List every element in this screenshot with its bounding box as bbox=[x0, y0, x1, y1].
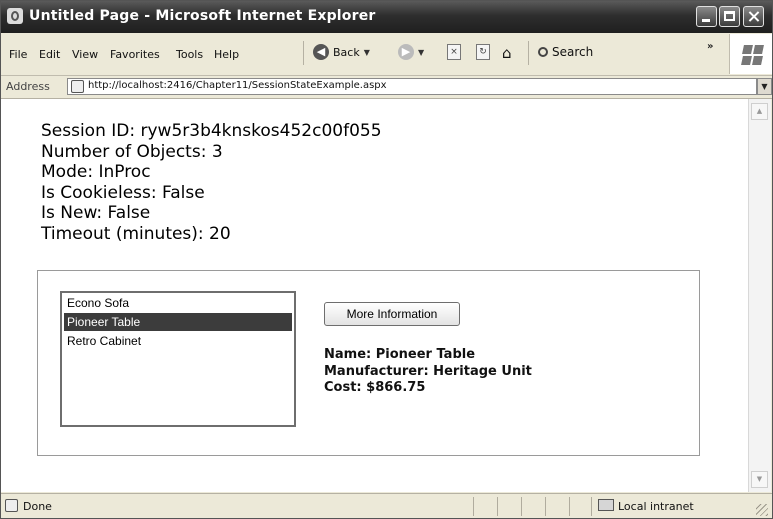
menu-view[interactable]: View bbox=[72, 48, 98, 61]
status-divider bbox=[473, 497, 474, 516]
search-icon bbox=[538, 47, 548, 57]
is-new-line: Is New: False bbox=[41, 203, 151, 223]
scroll-up-icon[interactable]: ▲ bbox=[751, 103, 768, 120]
list-item-selected[interactable]: Pioneer Table bbox=[64, 313, 292, 331]
vertical-scrollbar[interactable]: ▲ ▼ bbox=[748, 99, 771, 492]
address-bar: Address http://localhost:2416/Chapter11/… bbox=[1, 76, 772, 99]
product-details: Name: Pioneer Table Manufacturer: Herita… bbox=[324, 347, 532, 397]
product-listbox[interactable]: Econo Sofa Pioneer Table Retro Cabinet bbox=[60, 291, 296, 427]
product-name: Name: Pioneer Table bbox=[324, 347, 476, 362]
toolbar-separator bbox=[528, 41, 529, 65]
refresh-icon[interactable]: ↻ bbox=[476, 44, 490, 60]
address-input[interactable]: http://localhost:2416/Chapter11/SessionS… bbox=[67, 78, 757, 95]
forward-arrow-icon: ▶ bbox=[398, 44, 414, 60]
status-bar: Done Local intranet bbox=[1, 493, 772, 518]
mode-line: Mode: InProc bbox=[41, 162, 151, 182]
page-done-icon bbox=[5, 499, 18, 512]
product-manufacturer: Manufacturer: Heritage Unit bbox=[324, 363, 532, 379]
status-divider bbox=[545, 497, 546, 516]
forward-button[interactable]: ▶ ▼ bbox=[398, 44, 424, 60]
menu-toolbar-bar: File Edit View Favorites Tools Help ◀ Ba… bbox=[1, 33, 772, 76]
toolbar-separator bbox=[303, 41, 304, 65]
address-label: Address bbox=[6, 80, 50, 93]
back-button[interactable]: ◀ Back ▼ bbox=[313, 44, 370, 60]
local-intranet-icon bbox=[598, 499, 614, 511]
maximize-button[interactable] bbox=[719, 6, 740, 27]
page-icon bbox=[71, 80, 84, 93]
browser-window: Untitled Page - Microsoft Internet Explo… bbox=[0, 0, 773, 519]
windows-logo-icon bbox=[729, 34, 772, 74]
minimize-button[interactable] bbox=[696, 6, 717, 27]
title-bar[interactable]: Untitled Page - Microsoft Internet Explo… bbox=[1, 1, 772, 33]
security-zone: Local intranet bbox=[618, 500, 694, 513]
status-divider bbox=[497, 497, 498, 516]
search-label: Search bbox=[552, 45, 594, 59]
back-dropdown-icon[interactable]: ▼ bbox=[364, 48, 370, 57]
home-icon[interactable]: ⌂ bbox=[502, 44, 512, 62]
session-info: Session ID: ryw5r3b4knskos452c00f055 Num… bbox=[41, 121, 382, 244]
back-label: Back bbox=[333, 45, 360, 59]
page-content: Session ID: ryw5r3b4knskos452c00f055 Num… bbox=[1, 99, 748, 492]
more-information-button[interactable]: More Information bbox=[324, 302, 460, 326]
status-divider bbox=[591, 497, 592, 516]
menu-tools[interactable]: Tools bbox=[176, 48, 203, 61]
status-text: Done bbox=[23, 500, 52, 513]
cookieless-line: Is Cookieless: False bbox=[41, 182, 205, 203]
window-title: Untitled Page - Microsoft Internet Explo… bbox=[29, 8, 376, 24]
scroll-down-icon[interactable]: ▼ bbox=[751, 471, 768, 488]
toolbar-overflow-chevron[interactable]: » bbox=[707, 41, 713, 52]
product-panel: Econo Sofa Pioneer Table Retro Cabinet M… bbox=[37, 270, 700, 456]
close-button[interactable] bbox=[743, 6, 764, 27]
session-id-line: Session ID: ryw5r3b4knskos452c00f055 bbox=[41, 121, 382, 141]
timeout-line: Timeout (minutes): 20 bbox=[41, 223, 231, 244]
search-button[interactable]: Search bbox=[538, 45, 593, 59]
resize-grip[interactable] bbox=[756, 504, 768, 516]
menu-favorites[interactable]: Favorites bbox=[110, 48, 160, 61]
stop-icon[interactable]: × bbox=[447, 44, 461, 60]
back-arrow-icon: ◀ bbox=[313, 44, 329, 60]
menu-edit[interactable]: Edit bbox=[39, 48, 60, 61]
menu-file[interactable]: File bbox=[9, 48, 27, 61]
status-divider bbox=[521, 497, 522, 516]
address-dropdown-icon[interactable]: ▼ bbox=[757, 78, 772, 95]
menu-help[interactable]: Help bbox=[214, 48, 239, 61]
product-cost: Cost: $866.75 bbox=[324, 380, 426, 395]
list-item[interactable]: Econo Sofa bbox=[64, 294, 292, 312]
status-divider bbox=[569, 497, 570, 516]
address-url: http://localhost:2416/Chapter11/SessionS… bbox=[88, 80, 387, 91]
list-item[interactable]: Retro Cabinet bbox=[64, 332, 292, 350]
internet-explorer-icon bbox=[7, 8, 23, 24]
forward-dropdown-icon[interactable]: ▼ bbox=[418, 48, 424, 57]
object-count-line: Number of Objects: 3 bbox=[41, 141, 223, 162]
